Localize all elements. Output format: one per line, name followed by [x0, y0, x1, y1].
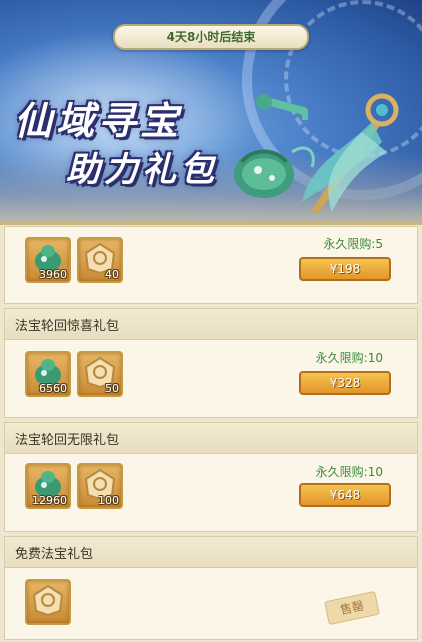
reward-count: 40: [105, 268, 119, 281]
reward-list: 6560 50: [25, 351, 123, 397]
reward-item-jade[interactable]: 6560: [25, 351, 71, 397]
pack-title: 法宝轮回惊喜礼包: [15, 319, 120, 334]
pack-header: 免费法宝礼包: [5, 537, 417, 568]
gift-pack-row-3: 法宝轮回无限礼包 12960 100 永久限购:10 ¥648: [4, 422, 418, 532]
reward-count: 6560: [39, 382, 67, 395]
reward-item-token[interactable]: [25, 579, 71, 625]
magic-staff-icon: [302, 93, 399, 215]
jade-key-icon: [256, 94, 308, 120]
reward-item-token[interactable]: 100: [77, 463, 123, 509]
banner-title-line1: 仙域寻宝: [14, 98, 183, 143]
event-banner: 4天8小时后结束 仙域寻宝 助力礼包: [0, 0, 422, 225]
reward-item-token[interactable]: 50: [77, 351, 123, 397]
purchase-limit: 永久限购:10: [315, 351, 383, 365]
reward-item-jade[interactable]: 12960: [25, 463, 71, 509]
buy-button[interactable]: ¥648: [299, 483, 391, 507]
reward-count: 12960: [32, 494, 67, 507]
pack-title: 免费法宝礼包: [15, 547, 94, 562]
reward-count: 3960: [39, 268, 67, 281]
golden-token-icon: [32, 584, 64, 617]
reward-item-token[interactable]: 40: [77, 237, 123, 283]
purchase-limit: 永久限购:10: [315, 465, 383, 479]
reward-list: 3960 40: [25, 237, 123, 283]
pack-title: 法宝轮回无限礼包: [15, 433, 120, 448]
gift-pack-row-2: 法宝轮回惊喜礼包 6560 50 永久限购:10 ¥328: [4, 308, 418, 418]
reward-count: 50: [105, 382, 119, 395]
buy-button[interactable]: ¥198: [299, 257, 391, 281]
purchase-limit: 永久限购:5: [323, 237, 383, 251]
pack-header: 法宝轮回惊喜礼包: [5, 309, 417, 340]
gift-pack-row-1: 3960 40 永久限购:5 ¥198: [4, 226, 418, 304]
pack-header: 法宝轮回无限礼包: [5, 423, 417, 454]
reward-count: 100: [98, 494, 119, 507]
treasure-artwork: [234, 93, 399, 215]
reward-item-jade[interactable]: 3960: [25, 237, 71, 283]
jade-pouch-icon: [234, 146, 315, 198]
reward-list: 12960 100: [25, 463, 123, 509]
gift-pack-row-4: 免费法宝礼包: [4, 536, 418, 640]
buy-button[interactable]: ¥328: [299, 371, 391, 395]
reward-list: [25, 579, 71, 625]
event-countdown: 4天8小时后结束: [113, 24, 309, 50]
banner-title-line2: 助力礼包: [66, 150, 218, 190]
